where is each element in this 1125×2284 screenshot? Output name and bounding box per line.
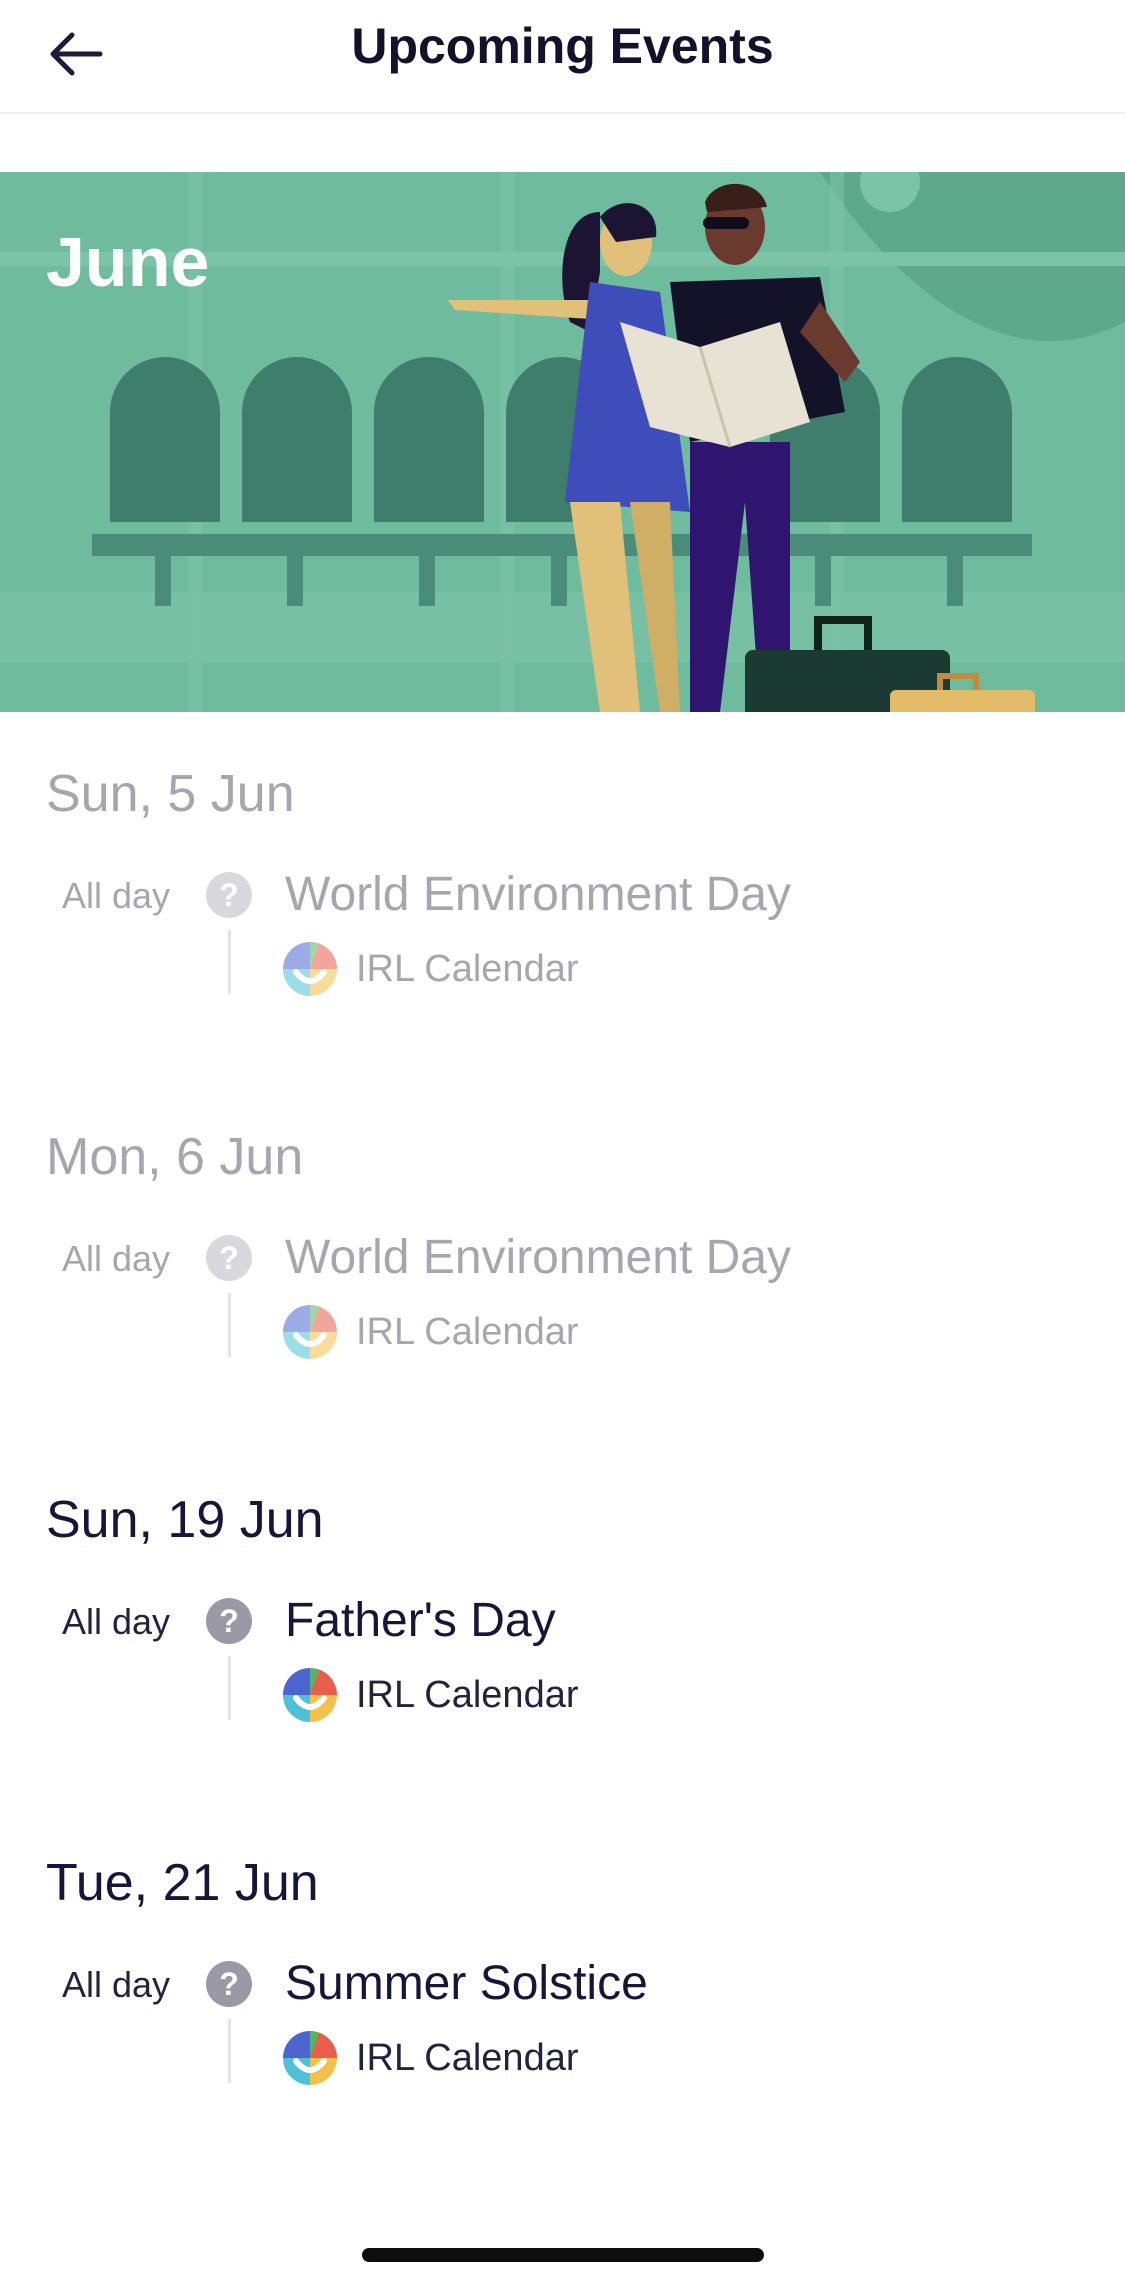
event-connector-line <box>228 1293 231 1357</box>
question-icon: ? <box>206 872 252 918</box>
day-group: Sun, 19 Jun All day ? Father's Day IRL C… <box>0 1488 1125 1748</box>
day-group: Sun, 5 Jun All day ? World Environment D… <box>0 762 1125 1022</box>
event-time: All day <box>62 875 171 916</box>
question-icon: ? <box>206 1598 252 1644</box>
event-connector-line <box>228 930 231 994</box>
irl-calendar-icon <box>283 1305 337 1359</box>
home-indicator[interactable] <box>362 2248 764 2262</box>
day-date: Sun, 5 Jun <box>46 765 295 823</box>
irl-calendar-icon <box>283 2031 337 2085</box>
question-icon: ? <box>206 1961 252 2007</box>
calendar-name: IRL Calendar <box>356 1311 579 1353</box>
page-title: Upcoming Events <box>351 18 774 74</box>
event-name: Father's Day <box>285 1594 556 1647</box>
day-date: Tue, 21 Jun <box>46 1854 319 1912</box>
calendar-name: IRL Calendar <box>356 1674 579 1716</box>
event-time: All day <box>62 1238 171 1279</box>
event-time: All day <box>62 1601 171 1642</box>
irl-calendar-icon <box>283 1668 337 1722</box>
event-time: All day <box>62 1964 171 2005</box>
question-icon: ? <box>206 1235 252 1281</box>
day-group: Mon, 6 Jun All day ? World Environment D… <box>0 1125 1125 1385</box>
day-group: Tue, 21 Jun All day ? Summer Solstice IR… <box>0 1851 1125 2111</box>
month-title: June <box>46 223 210 301</box>
calendar-name: IRL Calendar <box>356 948 579 990</box>
header-bar: Upcoming Events <box>0 0 1125 114</box>
event-connector-line <box>228 1656 231 1720</box>
calendar-name: IRL Calendar <box>356 2037 579 2079</box>
event-name: World Environment Day <box>285 868 791 921</box>
event-name: Summer Solstice <box>285 1957 648 2010</box>
event-name: World Environment Day <box>285 1231 791 1284</box>
day-date: Sun, 19 Jun <box>46 1491 324 1549</box>
month-banner: June <box>0 172 1125 712</box>
day-date: Mon, 6 Jun <box>46 1128 304 1186</box>
event-connector-line <box>228 2019 231 2083</box>
irl-calendar-icon <box>283 942 337 996</box>
